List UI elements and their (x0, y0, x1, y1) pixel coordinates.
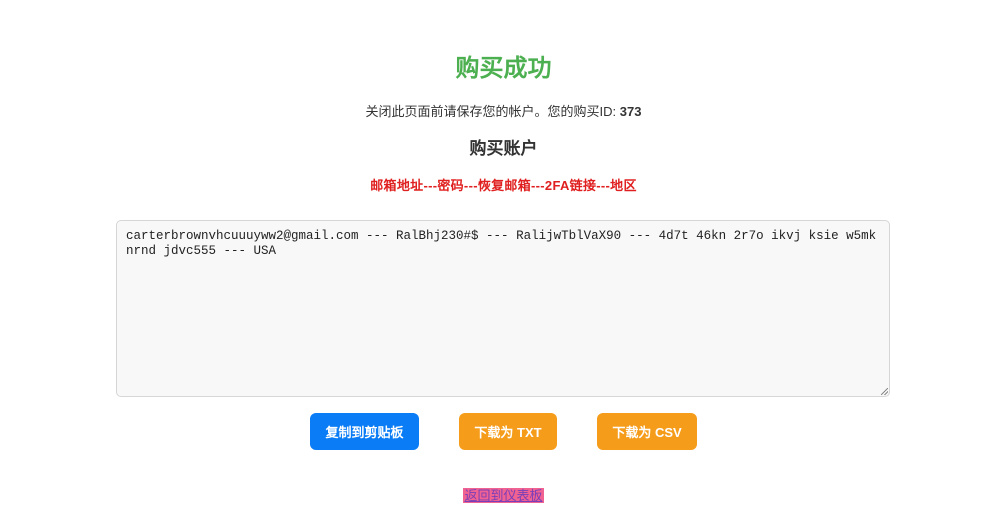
purchase-id: 373 (619, 104, 642, 119)
resize-grip-icon (881, 388, 888, 395)
accounts-section-title: 购买账户 (469, 139, 538, 158)
copy-to-clipboard-button[interactable]: 复制到剪贴板 (310, 413, 419, 450)
textarea-resize-grip[interactable] (880, 387, 889, 396)
download-txt-button[interactable]: 下载为 TXT (459, 413, 557, 450)
account-format-legend: 邮箱地址---密码---恢复邮箱---2FA链接---地区 (370, 178, 637, 193)
save-notice-text: 关闭此页面前请保存您的帐户。您的购买ID: (365, 104, 620, 119)
accounts-textarea[interactable]: carterbrownvhcuuuyww2@gmail.com --- RalB… (116, 220, 890, 397)
download-csv-button[interactable]: 下载为 CSV (597, 413, 697, 450)
back-to-dashboard-link[interactable]: 返回到仪表板 (463, 488, 544, 503)
page-title: 购买成功 (455, 55, 552, 82)
save-notice: 关闭此页面前请保存您的帐户。您的购买ID: 373 (0, 103, 1007, 121)
back-link-container: 返回到仪表板 (0, 487, 1007, 504)
purchase-success-page: 购买成功 关闭此页面前请保存您的帐户。您的购买ID: 373 购买账户 邮箱地址… (0, 0, 1007, 508)
